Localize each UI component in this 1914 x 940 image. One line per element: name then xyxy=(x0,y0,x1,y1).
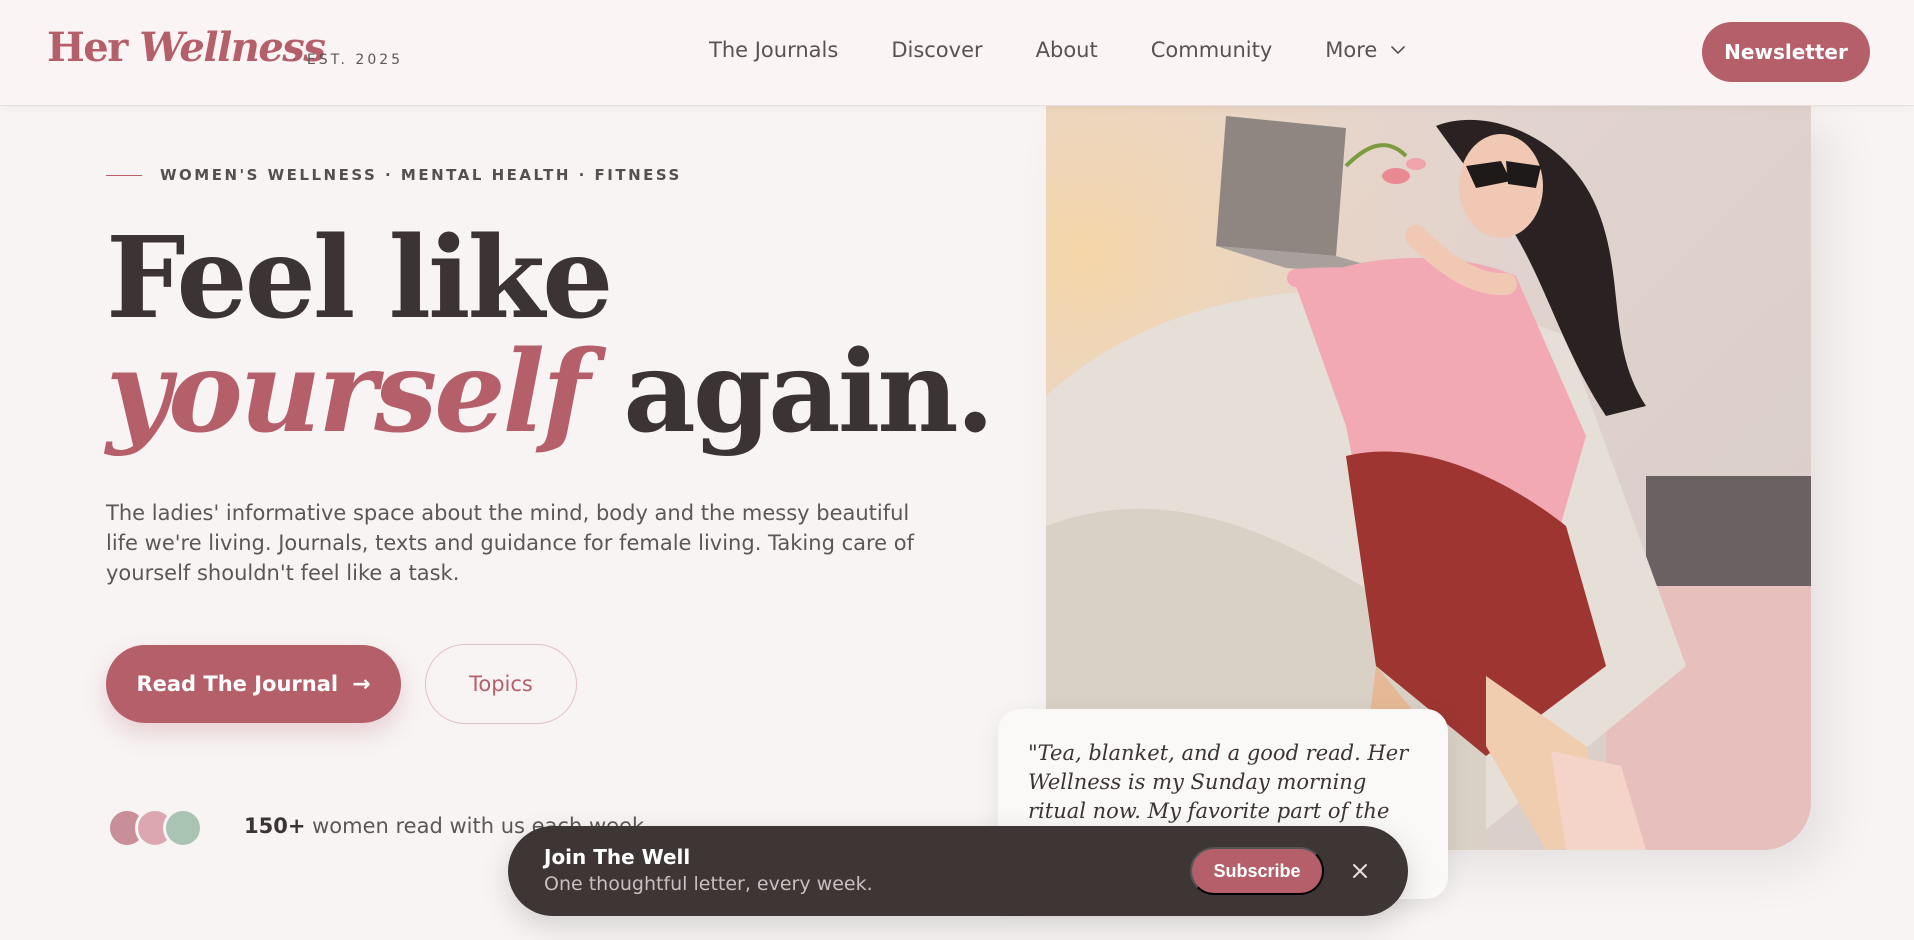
hero-description: The ladies' informative space about the … xyxy=(106,501,914,585)
newsletter-button[interactable]: Newsletter xyxy=(1702,22,1870,82)
chevron-down-icon xyxy=(1391,46,1406,54)
subscribe-button[interactable]: Subscribe xyxy=(1190,847,1324,895)
reader-count-number: 150+ xyxy=(244,814,306,838)
nav-item-community[interactable]: Community xyxy=(1151,38,1273,62)
headline-line1: Feel like xyxy=(106,213,613,344)
headline-end: again. xyxy=(623,327,994,458)
page: Her Wellness · EST. 2025 The Journals Di… xyxy=(0,0,1914,940)
site-header: Her Wellness · EST. 2025 The Journals Di… xyxy=(0,0,1914,106)
established-label: · EST. 2025 xyxy=(292,52,404,68)
banner-subtitle: One thoughtful letter, every week. xyxy=(544,873,873,895)
eyebrow-text: WOMEN'S WELLNESS · MENTAL HEALTH · FITNE… xyxy=(160,166,682,184)
nav-label: More xyxy=(1325,38,1378,62)
eyebrow-divider xyxy=(106,174,142,176)
eyebrow: WOMEN'S WELLNESS · MENTAL HEALTH · FITNE… xyxy=(106,166,682,184)
newsletter-banner: Join The Well One thoughtful letter, eve… xyxy=(508,826,1408,916)
nav-item-about[interactable]: About xyxy=(1036,38,1098,62)
headline-accent: yourself xyxy=(106,327,590,458)
nav-item-discover[interactable]: Discover xyxy=(891,38,982,62)
arrow-right-icon: → xyxy=(352,671,371,697)
nav-label: The Journals xyxy=(709,38,839,62)
read-journal-button[interactable]: Read The Journal → xyxy=(106,645,401,723)
nav-item-more[interactable]: More xyxy=(1325,38,1407,62)
close-banner-button[interactable] xyxy=(1344,855,1376,887)
topics-button[interactable]: Topics xyxy=(425,644,577,724)
nav-item-the-journals[interactable]: The Journals xyxy=(709,38,838,62)
nav-label: About xyxy=(1035,38,1098,62)
main-nav: The Journals Discover About Community Mo… xyxy=(709,38,1460,62)
reader-avatars xyxy=(107,808,203,848)
logo[interactable]: Her Wellness xyxy=(47,24,326,71)
read-journal-label: Read The Journal xyxy=(136,672,339,696)
nav-label: Community xyxy=(1150,38,1273,62)
close-icon xyxy=(1353,864,1367,878)
logo-part-her: Her xyxy=(47,24,128,71)
avatar xyxy=(163,808,203,848)
banner-title: Join The Well xyxy=(544,845,691,869)
nav-label: Discover xyxy=(891,38,983,62)
hero-headline: Feel like yourself again. xyxy=(106,222,995,450)
